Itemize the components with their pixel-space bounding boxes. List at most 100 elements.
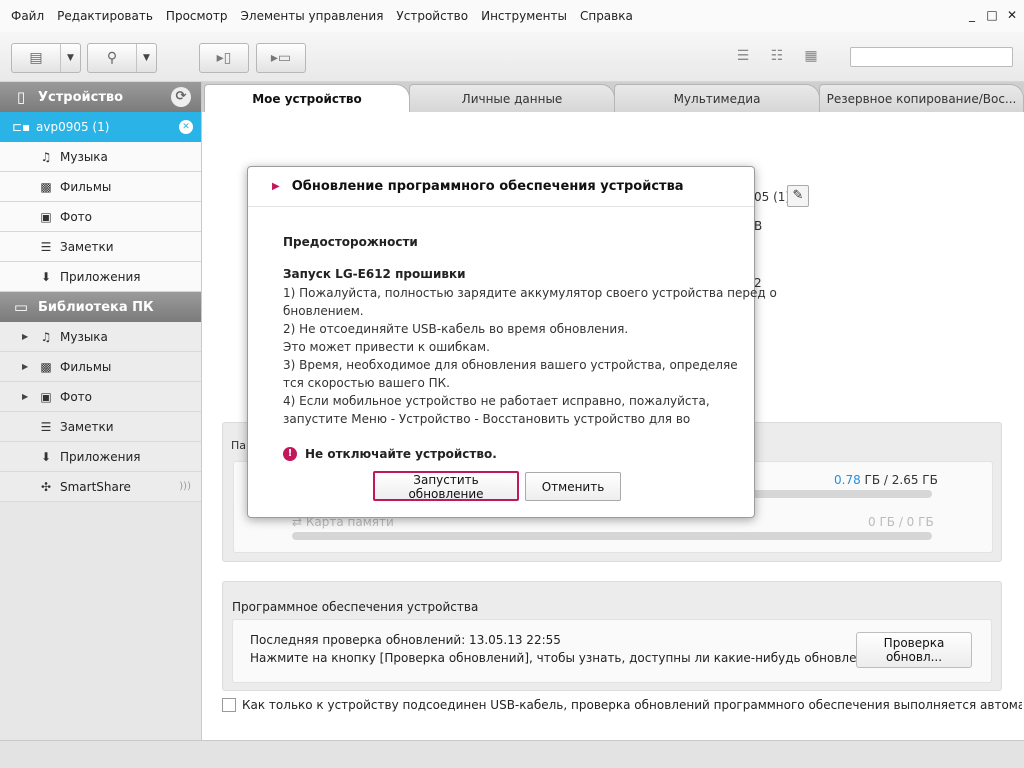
laptop-icon: ▭ bbox=[13, 298, 29, 316]
tab-my-device[interactable]: Мое устройство bbox=[204, 84, 410, 112]
film-icon: ▩ bbox=[40, 179, 52, 194]
tab-multimedia[interactable]: Мультимедиа bbox=[614, 84, 820, 112]
instruction-line: 3) Время, необходимое для обновления ваш… bbox=[283, 358, 738, 372]
device-name: avp0905 (1) bbox=[36, 120, 110, 134]
menu-view[interactable]: Просмотр bbox=[161, 9, 233, 23]
library-item-photos[interactable]: ▶ ▣ Фото bbox=[0, 382, 201, 412]
library-item-label: Заметки bbox=[60, 419, 114, 434]
menu-edit[interactable]: Редактировать bbox=[52, 9, 158, 23]
dialog-title: Обновление программного обеспечения устр… bbox=[291, 179, 684, 194]
phone-icon: ▯ bbox=[16, 88, 26, 106]
cancel-button[interactable]: Отменить bbox=[525, 472, 621, 501]
internal-used-value: 0.78 bbox=[834, 473, 861, 487]
tab-personal-data[interactable]: Личные данные bbox=[409, 84, 615, 112]
window-controls: _ □ ✕ bbox=[966, 8, 1018, 22]
warning-message: ! Не отключайте устройство. bbox=[283, 447, 497, 461]
document-icon: ▤ bbox=[29, 50, 43, 66]
expand-arrow-icon[interactable]: ▶ bbox=[22, 362, 32, 371]
status-bar bbox=[0, 740, 1024, 768]
minimize-button[interactable]: _ bbox=[966, 8, 978, 22]
check-updates-button[interactable]: Проверка обновл... bbox=[856, 632, 972, 668]
photo-icon: ▣ bbox=[40, 209, 52, 224]
instruction-line: бновлением. bbox=[283, 304, 364, 318]
list-view-icon[interactable]: ☰ bbox=[735, 48, 751, 64]
grid-view-icon[interactable]: ▦ bbox=[803, 48, 819, 64]
phone-connect-icon: ▸▯ bbox=[216, 50, 232, 66]
dialog-header: ▶ Обновление программного обеспечения ус… bbox=[248, 167, 754, 207]
menu-device[interactable]: Устройство bbox=[391, 9, 473, 23]
close-button[interactable]: ✕ bbox=[1006, 8, 1018, 22]
library-item-label: Приложения bbox=[60, 449, 141, 464]
menu-file[interactable]: Файл bbox=[6, 9, 49, 23]
connect-phone-button[interactable]: ▸▯ bbox=[199, 43, 249, 73]
instruction-line: 4) Если мобильное устройство не работает… bbox=[283, 394, 710, 408]
connect-pc-button[interactable]: ▸▭ bbox=[256, 43, 306, 73]
firmware-start-heading: Запуск LG-E612 прошивки bbox=[283, 267, 466, 281]
sidebar-item-movies[interactable]: ▩ Фильмы bbox=[0, 172, 201, 202]
photo-icon: ▣ bbox=[40, 389, 52, 404]
instruction-line: запустите Меню - Устройство - Восстанови… bbox=[283, 412, 691, 426]
expand-arrow-icon[interactable]: ▶ bbox=[22, 332, 32, 341]
auto-check-checkbox[interactable] bbox=[222, 698, 236, 712]
library-section-header[interactable]: ▭ Библиотека ПК bbox=[0, 292, 201, 322]
instruction-line: 2) Не отсоединяйте USB-кабель во время о… bbox=[283, 322, 629, 336]
sidebar-item-label: Фото bbox=[60, 209, 93, 224]
file-menu-button[interactable]: ▤ ▼ bbox=[11, 43, 81, 73]
pc-connect-icon: ▸▭ bbox=[270, 50, 292, 66]
menu-tools[interactable]: Инструменты bbox=[476, 9, 572, 23]
device-section-header[interactable]: ▯ Устройство ⟳ bbox=[0, 82, 201, 112]
sidebar-item-label: Приложения bbox=[60, 269, 141, 284]
library-item-label: Фото bbox=[60, 389, 93, 404]
sidebar: ▯ Устройство ⟳ ⊏▪ avp0905 (1) ✕ ♫ Музыка… bbox=[0, 82, 202, 740]
warning-icon: ! bbox=[283, 447, 297, 461]
sidebar-device-item[interactable]: ⊏▪ avp0905 (1) ✕ bbox=[0, 112, 201, 142]
tab-backup[interactable]: Резервное копирование/Вос... bbox=[819, 84, 1024, 112]
usb-connection-icon: ⊏▪ bbox=[12, 120, 31, 134]
sidebar-item-label: Музыка bbox=[60, 149, 108, 164]
expand-arrow-icon[interactable]: ▶ bbox=[22, 392, 32, 401]
maximize-button[interactable]: □ bbox=[986, 8, 998, 22]
library-item-label: Музыка bbox=[60, 329, 108, 344]
menu-controls[interactable]: Элементы управления bbox=[236, 9, 389, 23]
app-download-icon: ⬇ bbox=[40, 449, 52, 464]
library-item-smartshare[interactable]: ✣ SmartShare ))) bbox=[0, 472, 201, 502]
library-item-notes[interactable]: ☰ Заметки bbox=[0, 412, 201, 442]
search-input[interactable] bbox=[850, 47, 1013, 67]
last-check-text: Последняя проверка обновлений: 13.05.13 … bbox=[250, 633, 561, 647]
dialog-body: Предосторожности Запуск LG-E612 прошивки… bbox=[283, 235, 777, 428]
menu-bar: Файл Редактировать Просмотр Элементы упр… bbox=[0, 0, 1024, 32]
sidebar-item-notes[interactable]: ☰ Заметки bbox=[0, 232, 201, 262]
software-section-title: Программное обеспечения устройства bbox=[232, 600, 479, 614]
warning-text: Не отключайте устройство. bbox=[305, 447, 497, 461]
chevron-down-icon[interactable]: ▼ bbox=[60, 44, 80, 72]
library-item-movies[interactable]: ▶ ▩ Фильмы bbox=[0, 352, 201, 382]
internal-total-value: ГБ / 2.65 ГБ bbox=[864, 473, 938, 487]
refresh-icon[interactable]: ⟳ bbox=[171, 87, 191, 107]
usb-icon: ⚲ bbox=[106, 50, 118, 66]
disconnect-icon[interactable]: ✕ bbox=[179, 120, 193, 134]
menu-help[interactable]: Справка bbox=[575, 9, 638, 23]
film-icon: ▩ bbox=[40, 359, 52, 374]
start-update-button[interactable]: Запустить обновление bbox=[373, 471, 519, 501]
note-icon: ☰ bbox=[40, 239, 52, 254]
internal-usage: 0.78 ГБ / 2.65 ГБ bbox=[834, 473, 938, 487]
sidebar-item-photos[interactable]: ▣ Фото bbox=[0, 202, 201, 232]
instruction-line: 1) Пожалуйста, полностью зарядите аккуму… bbox=[283, 286, 777, 300]
instruction-line: тся скоростью вашего ПК. bbox=[283, 376, 450, 390]
sidebar-item-music[interactable]: ♫ Музыка bbox=[0, 142, 201, 172]
edit-icon[interactable]: ✎ bbox=[787, 185, 809, 207]
library-item-music[interactable]: ▶ ♫ Музыка bbox=[0, 322, 201, 352]
music-icon: ♫ bbox=[40, 149, 52, 164]
instruction-line: Это может привести к ошибкам. bbox=[283, 340, 490, 354]
chevron-down-icon[interactable]: ▼ bbox=[136, 44, 156, 72]
usb-menu-button[interactable]: ⚲ ▼ bbox=[87, 43, 157, 73]
library-item-label: SmartShare bbox=[60, 479, 131, 494]
note-icon: ☰ bbox=[40, 419, 52, 434]
memory-card-bar bbox=[292, 532, 932, 540]
wireless-icon: ))) bbox=[179, 481, 191, 492]
sidebar-item-apps[interactable]: ⬇ Приложения bbox=[0, 262, 201, 292]
tab-bar: Мое устройство Личные данные Мультимедиа… bbox=[202, 82, 1024, 112]
detail-view-icon[interactable]: ☷ bbox=[769, 48, 785, 64]
share-icon: ✣ bbox=[40, 479, 52, 494]
library-item-apps[interactable]: ⬇ Приложения bbox=[0, 442, 201, 472]
